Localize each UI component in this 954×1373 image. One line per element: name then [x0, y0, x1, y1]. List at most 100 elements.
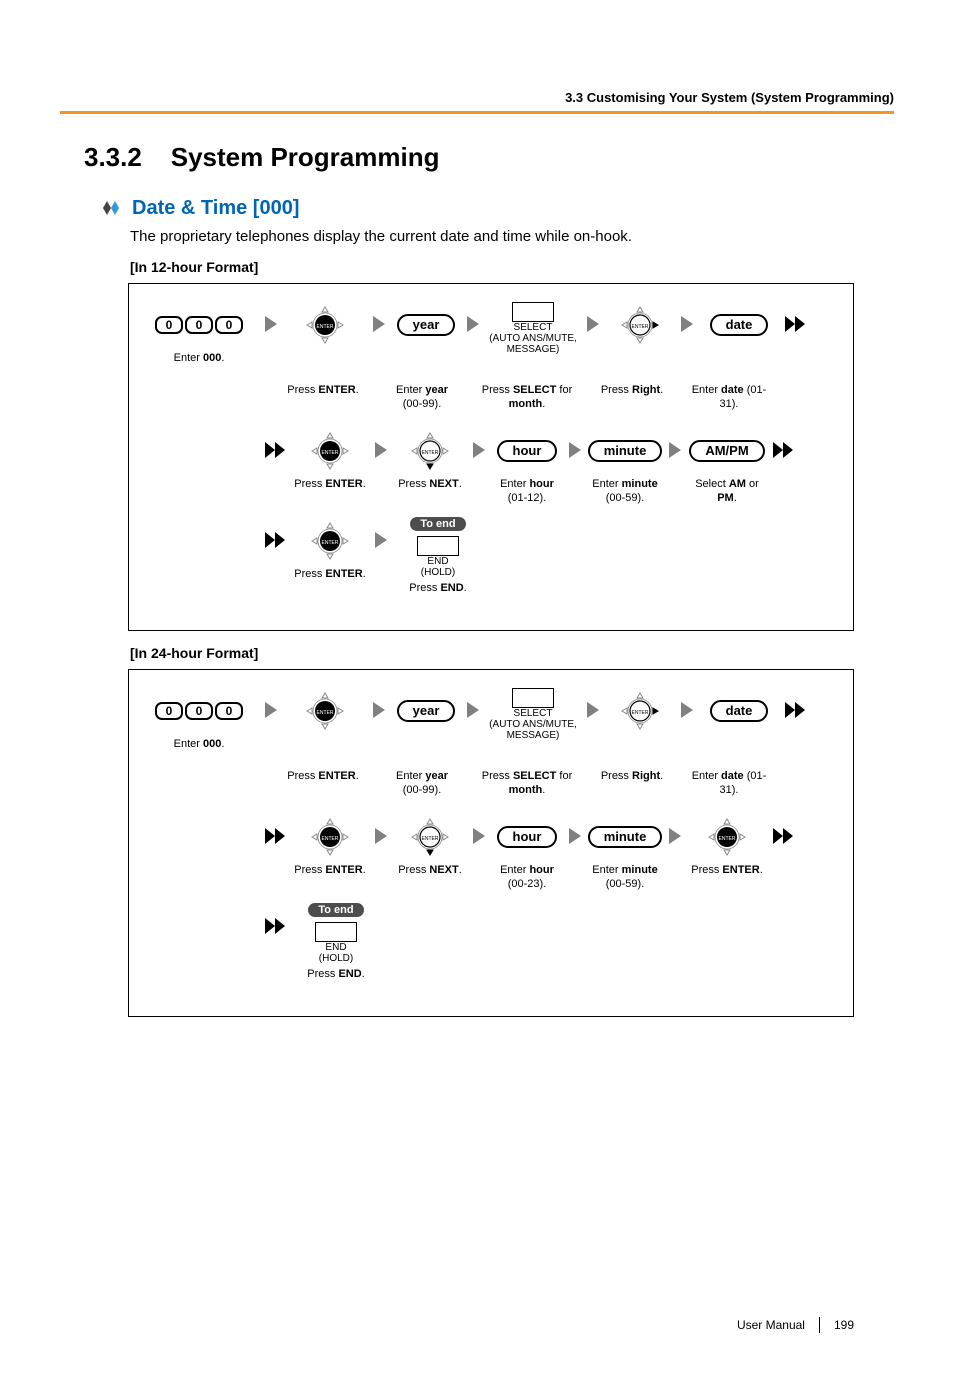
caption: Press END. [307, 968, 364, 998]
diamonds-icon [100, 198, 122, 220]
title-number: 3.3.2 [84, 142, 142, 172]
continue-arrow-icon [773, 428, 793, 458]
intro-text: The proprietary telephones display the c… [60, 228, 894, 245]
caption: Press Right. [601, 770, 663, 800]
arrow-icon [375, 814, 387, 844]
footer-doc: User Manual [737, 1318, 805, 1332]
arrow-icon [467, 302, 479, 332]
arrow-icon [265, 302, 277, 332]
hour-pill: hour [497, 826, 558, 848]
continue-arrow-icon [785, 302, 805, 332]
caption: Press SELECT for month. [479, 770, 575, 800]
footer-separator [819, 1317, 820, 1333]
keypad-digit: 0 [155, 316, 183, 334]
caption: Enter date (01-31). [689, 770, 769, 800]
minute-pill: minute [588, 440, 663, 462]
diagram-24hour: 0 0 0 Enter 000. year [128, 669, 854, 1017]
caption: Select AM or PM. [687, 478, 767, 508]
keypad-digit: 0 [215, 702, 243, 720]
continue-arrow-icon [265, 518, 285, 548]
caption: Enter year (00-99). [387, 770, 457, 800]
select-button-icon [512, 302, 554, 322]
arrow-icon [473, 428, 485, 458]
continue-arrow-icon [265, 814, 285, 844]
arrow-icon [373, 302, 385, 332]
arrow-icon [375, 428, 387, 458]
caption: Enter year (00-99). [387, 384, 457, 414]
end-label: END(HOLD) [421, 556, 455, 578]
page-header: 3.3 Customising Your System (System Prog… [60, 90, 894, 111]
arrow-icon [375, 518, 387, 548]
arrow-icon [467, 688, 479, 718]
page-footer: User Manual 199 [60, 1317, 894, 1333]
end-button-icon [417, 536, 459, 556]
header-rule [60, 111, 894, 114]
to-end-label: To end [410, 517, 465, 531]
diagram-12hour: 0 0 0 Enter 000. year [128, 283, 854, 631]
end-button-icon [315, 922, 357, 942]
enter-button-icon [310, 431, 350, 471]
continue-arrow-icon [265, 428, 285, 458]
right-button-icon [620, 691, 660, 731]
arrow-icon [681, 302, 693, 332]
caption: Press ENTER. [287, 770, 359, 800]
keypad-digit: 0 [185, 316, 213, 334]
caption: Press ENTER. [294, 864, 366, 894]
enter-button-icon [305, 691, 345, 731]
caption: Press Right. [601, 384, 663, 414]
caption: Enter date (01-31). [689, 384, 769, 414]
caption: Press SELECT for month. [479, 384, 575, 414]
caption: Press END. [409, 582, 466, 612]
format-24-label: [In 24-hour Format] [60, 645, 894, 661]
right-button-icon [620, 305, 660, 345]
continue-arrow-icon [773, 814, 793, 844]
caption: Press ENTER. [691, 864, 763, 894]
continue-arrow-icon [265, 904, 285, 934]
select-button-icon [512, 688, 554, 708]
caption: Press NEXT. [398, 864, 462, 894]
date-pill: date [710, 314, 769, 336]
arrow-icon [669, 814, 681, 844]
arrow-icon [265, 688, 277, 718]
title-text: System Programming [171, 142, 440, 172]
select-label: SELECT (AUTO ANS/MUTE, MESSAGE) [489, 322, 577, 355]
caption: Enter hour (01-12). [491, 478, 563, 508]
caption: Press ENTER. [294, 478, 366, 508]
keypad-digit: 0 [185, 702, 213, 720]
caption: Enter minute (00-59). [587, 478, 663, 508]
ampm-pill: AM/PM [689, 440, 764, 462]
format-12-label: [In 12-hour Format] [60, 259, 894, 275]
next-button-icon [410, 431, 450, 471]
caption: Enter minute (00-59). [587, 864, 663, 894]
enter-button-icon [707, 817, 747, 857]
caption: Enter 000. [174, 352, 225, 382]
end-label: END(HOLD) [319, 942, 353, 964]
caption: Enter 000. [174, 738, 225, 768]
caption: Press NEXT. [398, 478, 462, 508]
arrow-icon [569, 428, 581, 458]
footer-page: 199 [834, 1318, 854, 1332]
next-button-icon [410, 817, 450, 857]
arrow-icon [587, 688, 599, 718]
keypad-digit: 0 [155, 702, 183, 720]
page-title: 3.3.2 System Programming [60, 142, 894, 173]
year-pill: year [397, 314, 456, 336]
date-pill: date [710, 700, 769, 722]
select-label: SELECT (AUTO ANS/MUTE, MESSAGE) [489, 708, 577, 741]
caption: Press ENTER. [294, 568, 366, 598]
keypad-digit: 0 [215, 316, 243, 334]
caption: Enter hour (00-23). [491, 864, 563, 894]
to-end-label: To end [308, 903, 363, 917]
minute-pill: minute [588, 826, 663, 848]
enter-button-icon [310, 521, 350, 561]
arrow-icon [473, 814, 485, 844]
year-pill: year [397, 700, 456, 722]
enter-button-icon [305, 305, 345, 345]
continue-arrow-icon [785, 688, 805, 718]
arrow-icon [373, 688, 385, 718]
arrow-icon [587, 302, 599, 332]
hour-pill: hour [497, 440, 558, 462]
enter-button-icon [310, 817, 350, 857]
section-subhead: Date & Time [000] [132, 197, 299, 220]
arrow-icon [681, 688, 693, 718]
